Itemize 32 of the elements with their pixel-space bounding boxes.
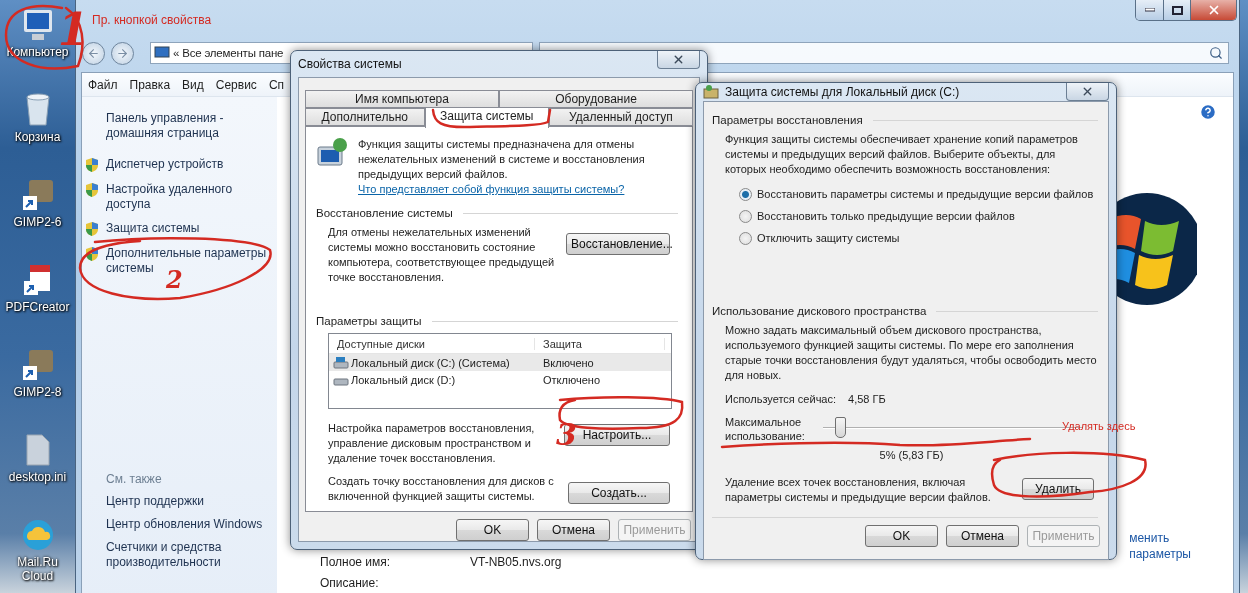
drive-name: Локальный диск (C:) (Система) xyxy=(351,356,510,369)
dialog-title: Защита системы для Локальный диск (C:) xyxy=(725,85,961,99)
dialog-title: Свойства системы xyxy=(298,57,403,71)
annotation-text: Пр. кнопкой свойства xyxy=(92,14,212,26)
restore-description: Функция защиты системы обеспечивает хранение копий параметров системы и предыдущих версий файлов. Выберите объекты, для которых необходимо обеспечить возможность восстановления: xyxy=(725,132,1079,177)
group-title: Использование дискового пространства xyxy=(712,305,927,317)
field-label: Описание: xyxy=(320,576,380,590)
intro-text: Функция защиты системы предназначена для отмены нежелательных изменений в системе и восстановления предыдущих версий файлов. Что представляет собой функция защиты системы? xyxy=(358,137,646,197)
group-title: Параметры восстановления xyxy=(712,114,863,126)
breadcrumb: Все элементы пане xyxy=(182,47,284,59)
usage-description: Можно задать максимальный объем дискового пространства, используемого функцией защиты системы. По мере его заполнения старые точки восстановления будут удаляться, чтобы освободить место для новых. xyxy=(725,323,1098,383)
delete-description: Удаление всех точек восстановления, включая параметры системы и предыдущие версии файлов. xyxy=(725,475,992,505)
option-label: Восстановить параметры системы и предыдущие версии файлов xyxy=(757,188,1094,200)
group-title: Параметры защиты xyxy=(316,315,422,327)
restore-description: Для отмены нежелательных изменений системы можно восстановить состояние компьютера, соответствующее предыдущей точке восстановления. xyxy=(328,225,556,285)
breadcrumb-chevron: « xyxy=(173,47,180,59)
option-label: Восстановить только предыдущие версии файлов xyxy=(757,210,1015,222)
slider-label: Максимальное использование: xyxy=(725,415,806,443)
field-label: Полное имя: xyxy=(320,555,392,569)
handwritten-number: 2 xyxy=(166,268,183,292)
create-description: Создать точку восстановления для дисков с включенной функцией защиты системы. xyxy=(328,474,555,504)
configure-description: Настройка параметров восстановления, управление дисковым пространством и удаление точек восстановления. xyxy=(328,421,536,466)
usage-reading: 5% (5,83 ГБ) xyxy=(879,449,944,461)
see-also-heading: См. также xyxy=(105,472,163,486)
usage-label: Используется сейчас: xyxy=(725,393,837,405)
protection-status: Включено xyxy=(542,356,594,369)
usage-value: 4,58 ГБ xyxy=(848,393,886,405)
group-title: Восстановление системы xyxy=(316,207,453,219)
drive-name: Локальный диск (D:) xyxy=(351,373,456,386)
field-value: VT-NB05.nvs.org xyxy=(470,555,562,569)
option-label: Отключить защиту системы xyxy=(757,232,900,244)
protection-status: Отключено xyxy=(542,373,600,386)
